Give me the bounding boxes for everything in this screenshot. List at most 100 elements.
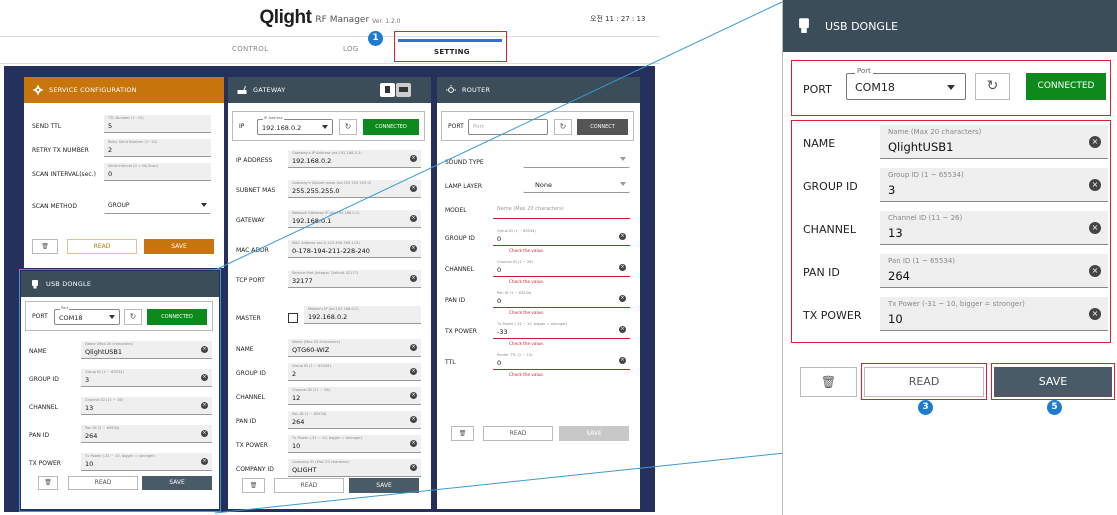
router-port-row: PORT Port ↻ CONNECT <box>441 111 634 141</box>
model-input[interactable]: Name (Max 20 characters) <box>493 201 630 219</box>
clear-icon[interactable]: × <box>619 233 626 240</box>
scan-interval-input[interactable]: Send interval (0 = No Scan) 0 <box>104 163 211 181</box>
gateway-field-input[interactable]: Company ID (Max 20 character) QLIGHT × <box>288 459 421 477</box>
clear-icon[interactable]: × <box>410 344 417 351</box>
gateway-field-input[interactable]: Channel ID (11 ~ 26) 12 × <box>288 387 421 405</box>
usb-field-input[interactable]: Pan ID (1 ~ 65534) 264 × <box>81 425 212 443</box>
tab-control[interactable]: CONTROL <box>232 45 268 53</box>
clear-icon[interactable]: × <box>410 368 417 375</box>
clear-icon[interactable]: × <box>619 357 626 364</box>
zoom-refresh-button[interactable]: ↻ <box>975 73 1010 100</box>
router-delete-button[interactable]: 🗑 <box>451 426 474 441</box>
zoom-save-button[interactable]: SAVE <box>994 367 1112 397</box>
clear-icon[interactable]: × <box>201 430 208 437</box>
send-ttl-input[interactable]: TTL Number (1~10) 5 <box>104 115 211 133</box>
clear-icon[interactable]: × <box>410 464 417 471</box>
gateway-field-input[interactable]: Name (Max 20 characters) QTG60-WIZ × <box>288 339 421 357</box>
router-field-input[interactable]: Group ID (1 ~ 65534) 0 × <box>493 228 630 246</box>
clear-icon[interactable]: × <box>410 275 417 282</box>
usb-mode-toggle[interactable] <box>380 83 395 97</box>
router-port-input[interactable]: Port <box>468 119 548 135</box>
clear-icon[interactable]: × <box>410 416 417 423</box>
usb-field-input[interactable]: Name (Max 20 characters) QlightUSB1 × <box>81 341 212 359</box>
service-save-button[interactable]: SAVE <box>144 239 214 254</box>
gateway-refresh-button[interactable]: ↻ <box>339 119 357 135</box>
clear-icon[interactable]: × <box>410 440 417 447</box>
zoom-connected-button[interactable]: CONNECTED <box>1026 73 1106 100</box>
trash-icon: 🗑 <box>820 375 837 389</box>
zoom-field-input[interactable]: Tx Power (-31 ~ 10, bigger = stronger) 10… <box>880 297 1108 331</box>
router-field-input[interactable]: Pan ID (1 ~ 65534) 0 × <box>493 290 630 308</box>
router-save-button[interactable]: SAVE <box>559 426 629 441</box>
clear-icon[interactable]: × <box>201 346 208 353</box>
clear-icon[interactable]: × <box>201 374 208 381</box>
clear-icon[interactable]: × <box>410 155 417 162</box>
usb-field-input[interactable]: Channel ID (11 ~ 26) 13 × <box>81 397 212 415</box>
gateway-delete-button[interactable]: 🗑 <box>242 478 265 493</box>
gateway-save-button[interactable]: SAVE <box>349 478 419 493</box>
usb-save-button[interactable]: SAVE <box>142 476 212 490</box>
lan-mode-toggle[interactable] <box>396 83 411 97</box>
clear-icon[interactable]: × <box>1089 265 1101 277</box>
clear-icon[interactable]: × <box>1089 179 1101 191</box>
router-connect-button[interactable]: CONNECT <box>577 119 628 135</box>
gateway-field-input[interactable]: MAC Address (ex:0-123-456-789-123) 0-178-… <box>288 240 421 258</box>
service-read-button[interactable]: READ <box>67 239 137 254</box>
master-ip-input[interactable]: Master's IP (ex:192.168.0.2) 192.168.0.2 <box>304 306 421 324</box>
router-refresh-button[interactable]: ↻ <box>554 119 572 135</box>
clear-icon[interactable]: × <box>619 264 626 271</box>
usb-port-select[interactable]: COM18 <box>54 309 120 325</box>
sound-type-select[interactable] <box>523 152 630 168</box>
router-field-input[interactable]: Channel ID (1 ~ 26) 0 × <box>493 259 630 277</box>
clear-icon[interactable]: × <box>1089 308 1101 320</box>
gateway-connected-button[interactable]: CONNECTED <box>363 119 419 135</box>
gateway-field-input[interactable]: Group ID (1 ~ 65534) 2 × <box>288 363 421 381</box>
clear-icon[interactable]: × <box>619 326 626 333</box>
gateway-field-input[interactable]: Tx Power (-31 ~ 10, bigger = stronger) 10… <box>288 435 421 453</box>
scan-method-select[interactable]: GROUP <box>104 198 211 214</box>
router-field-input[interactable]: Router TTL (1 ~ 10) 0 × <box>493 352 630 370</box>
clear-icon[interactable]: × <box>1089 222 1101 234</box>
router-field-error: Check the value. <box>509 279 545 284</box>
clear-icon[interactable]: × <box>410 392 417 399</box>
service-delete-button[interactable]: 🗑 <box>32 239 58 254</box>
tab-setting[interactable]: SETTING <box>434 48 470 56</box>
gateway-field-input[interactable]: Network Gateway IP (ex:192.168.0.1) 192.1… <box>288 210 421 228</box>
lamp-layer-select[interactable]: None <box>523 177 630 193</box>
gateway-read-button[interactable]: READ <box>274 478 344 493</box>
usb-connected-button[interactable]: CONNECTED <box>147 309 207 325</box>
router-read-button[interactable]: READ <box>483 426 553 441</box>
zoom-field-input[interactable]: Pan ID (1 ~ 65534) 264 × <box>880 254 1108 288</box>
gateway-ip-select[interactable]: 192.168.0.2 <box>257 119 333 135</box>
retry-tx-input[interactable]: Retry Send Number (1~10) 2 <box>104 139 211 157</box>
clear-icon[interactable]: × <box>410 185 417 192</box>
zoom-port-select[interactable]: COM18 <box>846 73 966 100</box>
zoom-delete-button[interactable]: 🗑 <box>800 367 857 397</box>
gateway-field-input[interactable]: Service Port (Integer, Default 32177) 321… <box>288 270 421 288</box>
usb-field-input[interactable]: Tx Power (-31 ~ 10, bigger = stronger) 10… <box>81 453 212 471</box>
usb-read-button[interactable]: READ <box>68 476 138 490</box>
clear-icon[interactable]: × <box>619 295 626 302</box>
service-config-header: SERVICE CONFIGURATION <box>24 77 224 103</box>
zoom-field-input[interactable]: Group ID (1 ~ 65534) 3 × <box>880 168 1108 202</box>
usb-dongle-panel: USB DONGLE PORT COM18 Port ↻ CONNECTED N… <box>21 271 219 509</box>
zoom-field-input[interactable]: Name (Max 20 characters) QlightUSB1 × <box>880 125 1108 159</box>
gateway-field-input[interactable]: Gateway's IP Address (ex:192.168.0.2) 192… <box>288 150 421 168</box>
usb-delete-button[interactable]: 🗑 <box>38 476 58 490</box>
clear-icon[interactable]: × <box>201 402 208 409</box>
clear-icon[interactable]: × <box>410 245 417 252</box>
tab-bar: CONTROL LOG SETTING <box>0 31 660 64</box>
zoom-read-button[interactable]: READ <box>864 367 984 397</box>
clear-icon[interactable]: × <box>201 458 208 465</box>
tab-log[interactable]: LOG <box>343 45 359 53</box>
gateway-field-input[interactable]: Gateway's Subnet mask (ex:255.255.255.0)… <box>288 180 421 198</box>
zoom-field-input[interactable]: Channel ID (11 ~ 26) 13 × <box>880 211 1108 245</box>
router-field-input[interactable]: Tx Power (-31 ~ 10, bigger = stronger) -3… <box>493 321 630 339</box>
usb-field-input[interactable]: Group ID (1 ~ 65534) 3 × <box>81 369 212 387</box>
clear-icon[interactable]: × <box>1089 136 1101 148</box>
light-icon <box>446 85 456 93</box>
usb-refresh-button[interactable]: ↻ <box>124 309 142 325</box>
master-checkbox[interactable] <box>288 313 298 323</box>
gateway-field-input[interactable]: Pan ID (1 ~ 65534) 264 × <box>288 411 421 429</box>
clear-icon[interactable]: × <box>410 215 417 222</box>
